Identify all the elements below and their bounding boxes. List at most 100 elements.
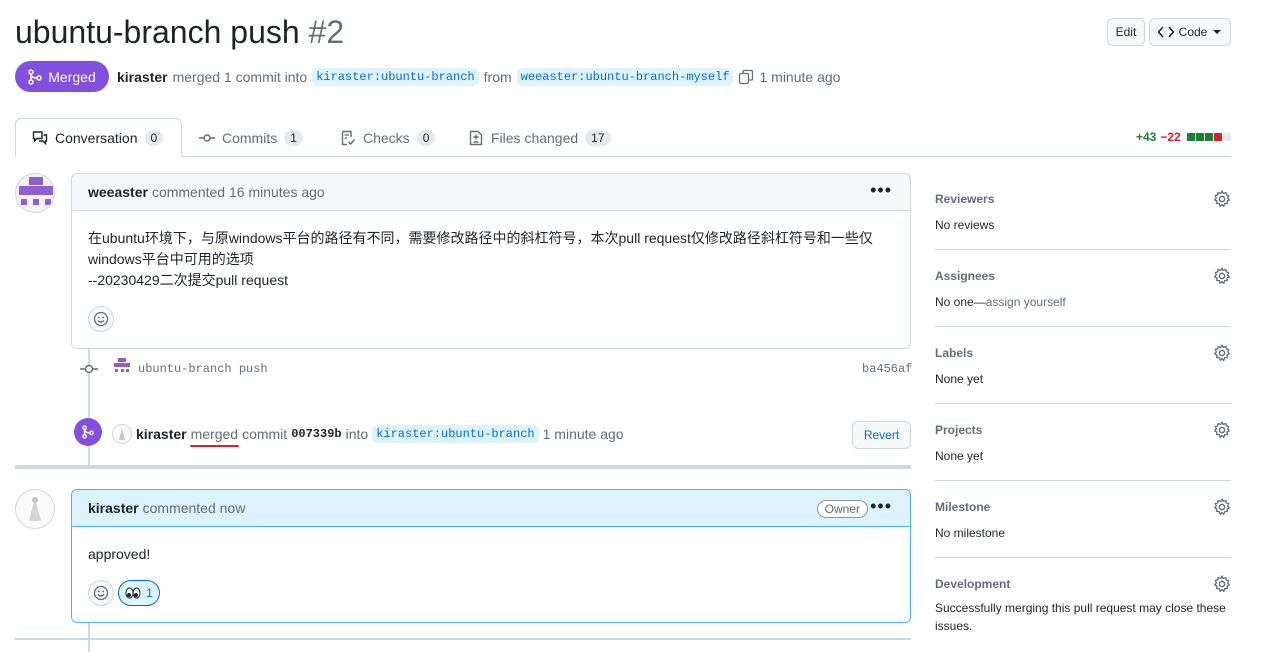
gear-icon[interactable] bbox=[1213, 575, 1231, 593]
merge-event-text: kiraster merged commit 007339b into kira… bbox=[136, 425, 624, 447]
eyes-emoji-icon bbox=[125, 587, 141, 599]
merge-author[interactable]: kiraster bbox=[136, 426, 187, 442]
merged-state-badge: Merged bbox=[15, 61, 109, 92]
sidebar-divider bbox=[935, 480, 1231, 481]
comment-box: weeaster commented 16 minutes ago ••• 在u… bbox=[71, 173, 911, 349]
git-commit-icon bbox=[199, 133, 215, 142]
owner-badge: Owner bbox=[816, 500, 868, 518]
sidebar-divider bbox=[935, 249, 1231, 250]
tab-commits-count: 1 bbox=[284, 129, 303, 146]
smiley-icon bbox=[93, 585, 109, 601]
avatar-weeaster[interactable] bbox=[15, 173, 55, 213]
development-heading: Development bbox=[935, 577, 1011, 591]
red-underline-annotation bbox=[189, 445, 240, 447]
merge-into-word: into bbox=[345, 426, 369, 442]
edit-button-label: Edit bbox=[1115, 25, 1137, 39]
milestone-heading: Milestone bbox=[935, 500, 991, 514]
comment-discussion-icon bbox=[32, 130, 48, 145]
base-branch[interactable]: kiraster:ubuntu-branch bbox=[312, 68, 479, 86]
commit-message[interactable]: ubuntu-branch push bbox=[138, 362, 268, 376]
tab-files-changed-count: 17 bbox=[585, 129, 611, 146]
caret-down-icon bbox=[1213, 30, 1222, 34]
code-button-label: Code bbox=[1178, 25, 1208, 39]
comment-body: 在ubuntu环境下，与原windows平台的路径有不同，需要修改路径中的斜杠符… bbox=[72, 211, 910, 291]
timeline-divider bbox=[15, 638, 911, 640]
more-options-icon[interactable]: ••• bbox=[870, 181, 892, 199]
sidebar-labels: Labels None yet bbox=[935, 344, 1231, 386]
merge-time[interactable]: 1 minute ago bbox=[543, 426, 624, 442]
pr-number: #2 bbox=[308, 14, 345, 50]
more-options-icon[interactable]: ••• bbox=[870, 497, 892, 515]
diff-additions: +43 bbox=[1136, 130, 1157, 144]
code-button[interactable]: Code bbox=[1149, 18, 1231, 46]
smiley-icon bbox=[93, 311, 109, 327]
sidebar-divider bbox=[935, 403, 1231, 404]
comment-line: windows平台中可用的选项 bbox=[88, 251, 254, 267]
tab-bar-divider bbox=[15, 156, 1231, 157]
tab-checks-label: Checks bbox=[363, 129, 410, 146]
pr-author-link[interactable]: kiraster bbox=[117, 69, 168, 85]
tab-checks[interactable]: Checks 0 bbox=[340, 118, 436, 157]
projects-value: None yet bbox=[935, 449, 984, 463]
gear-icon[interactable] bbox=[1213, 498, 1231, 516]
edit-button[interactable]: Edit bbox=[1107, 18, 1145, 46]
comment-box: kiraster commented now Owner ••• approve… bbox=[71, 489, 911, 623]
revert-button[interactable]: Revert bbox=[852, 421, 911, 449]
sidebar-reviewers: Reviewers No reviews bbox=[935, 190, 1231, 232]
labels-value: None yet bbox=[935, 372, 984, 386]
eyes-reaction-button[interactable]: 1 bbox=[118, 580, 160, 606]
tab-conversation[interactable]: Conversation 0 bbox=[15, 118, 182, 157]
gear-icon[interactable] bbox=[1213, 344, 1231, 362]
merge-action-text: merged bbox=[190, 426, 239, 442]
comment-line: 在ubuntu环境下，与原windows平台的路径有不同，需要修改路径中的斜杠符… bbox=[88, 230, 873, 246]
merge-target-branch[interactable]: kiraster:ubuntu-branch bbox=[372, 425, 539, 443]
commit-sha[interactable]: ba456af bbox=[862, 362, 912, 376]
gear-icon[interactable] bbox=[1213, 267, 1231, 285]
merge-commit-sha[interactable]: 007339b bbox=[291, 427, 341, 441]
merge-event-badge bbox=[74, 418, 102, 446]
avatar-kiraster[interactable] bbox=[15, 489, 55, 529]
sidebar-projects: Projects None yet bbox=[935, 421, 1231, 463]
gear-icon[interactable] bbox=[1213, 421, 1231, 439]
add-reaction-button[interactable] bbox=[88, 306, 114, 332]
timeline-divider bbox=[15, 465, 911, 469]
git-merge-icon bbox=[82, 425, 94, 439]
from-text: from bbox=[483, 69, 512, 85]
reaction-count: 1 bbox=[146, 586, 153, 600]
comment-header: weeaster commented 16 minutes ago bbox=[72, 174, 910, 211]
git-commit-icon bbox=[80, 364, 98, 374]
tab-conversation-label: Conversation bbox=[55, 129, 138, 146]
sidebar-divider bbox=[935, 326, 1231, 327]
merge-commit-word: commit bbox=[242, 426, 288, 442]
merge-action: merged bbox=[189, 426, 240, 447]
revert-button-label: Revert bbox=[863, 428, 900, 442]
labels-heading: Labels bbox=[935, 346, 974, 360]
comment-line: --20230429二次提交pull request bbox=[88, 272, 288, 288]
merged-time[interactable]: 1 minute ago bbox=[759, 69, 840, 85]
git-merge-icon bbox=[28, 68, 43, 85]
comment-meta[interactable]: commented 16 minutes ago bbox=[152, 184, 325, 200]
copy-icon[interactable] bbox=[738, 69, 754, 85]
checklist-icon bbox=[341, 130, 356, 145]
sidebar-milestone: Milestone No milestone bbox=[935, 498, 1231, 540]
assignees-heading: Assignees bbox=[935, 269, 996, 283]
assign-yourself-link[interactable]: assign yourself bbox=[986, 295, 1066, 309]
projects-heading: Projects bbox=[935, 423, 983, 437]
comment-meta[interactable]: commented now bbox=[143, 500, 246, 516]
tab-files-changed[interactable]: Files changed 17 bbox=[468, 118, 611, 157]
avatar-kiraster-small[interactable] bbox=[112, 424, 132, 444]
diff-deletions: −22 bbox=[1160, 130, 1181, 144]
tab-commits-label: Commits bbox=[222, 129, 278, 146]
comment-author[interactable]: kiraster bbox=[88, 500, 139, 516]
sidebar-assignees: Assignees No one—assign yourself bbox=[935, 267, 1231, 309]
tab-conversation-count: 0 bbox=[144, 129, 164, 146]
merged-state-label: Merged bbox=[48, 68, 96, 85]
comment-author[interactable]: weeaster bbox=[88, 184, 148, 200]
head-branch[interactable]: weeaster:ubuntu-branch-myself bbox=[516, 68, 734, 86]
add-reaction-button[interactable] bbox=[88, 580, 114, 606]
diff-stats: +43 −22 bbox=[1136, 130, 1232, 144]
avatar-weeaster-small[interactable] bbox=[113, 358, 131, 374]
tab-commits[interactable]: Commits 1 bbox=[199, 118, 303, 157]
file-diff-icon bbox=[469, 130, 483, 145]
gear-icon[interactable] bbox=[1213, 190, 1231, 208]
